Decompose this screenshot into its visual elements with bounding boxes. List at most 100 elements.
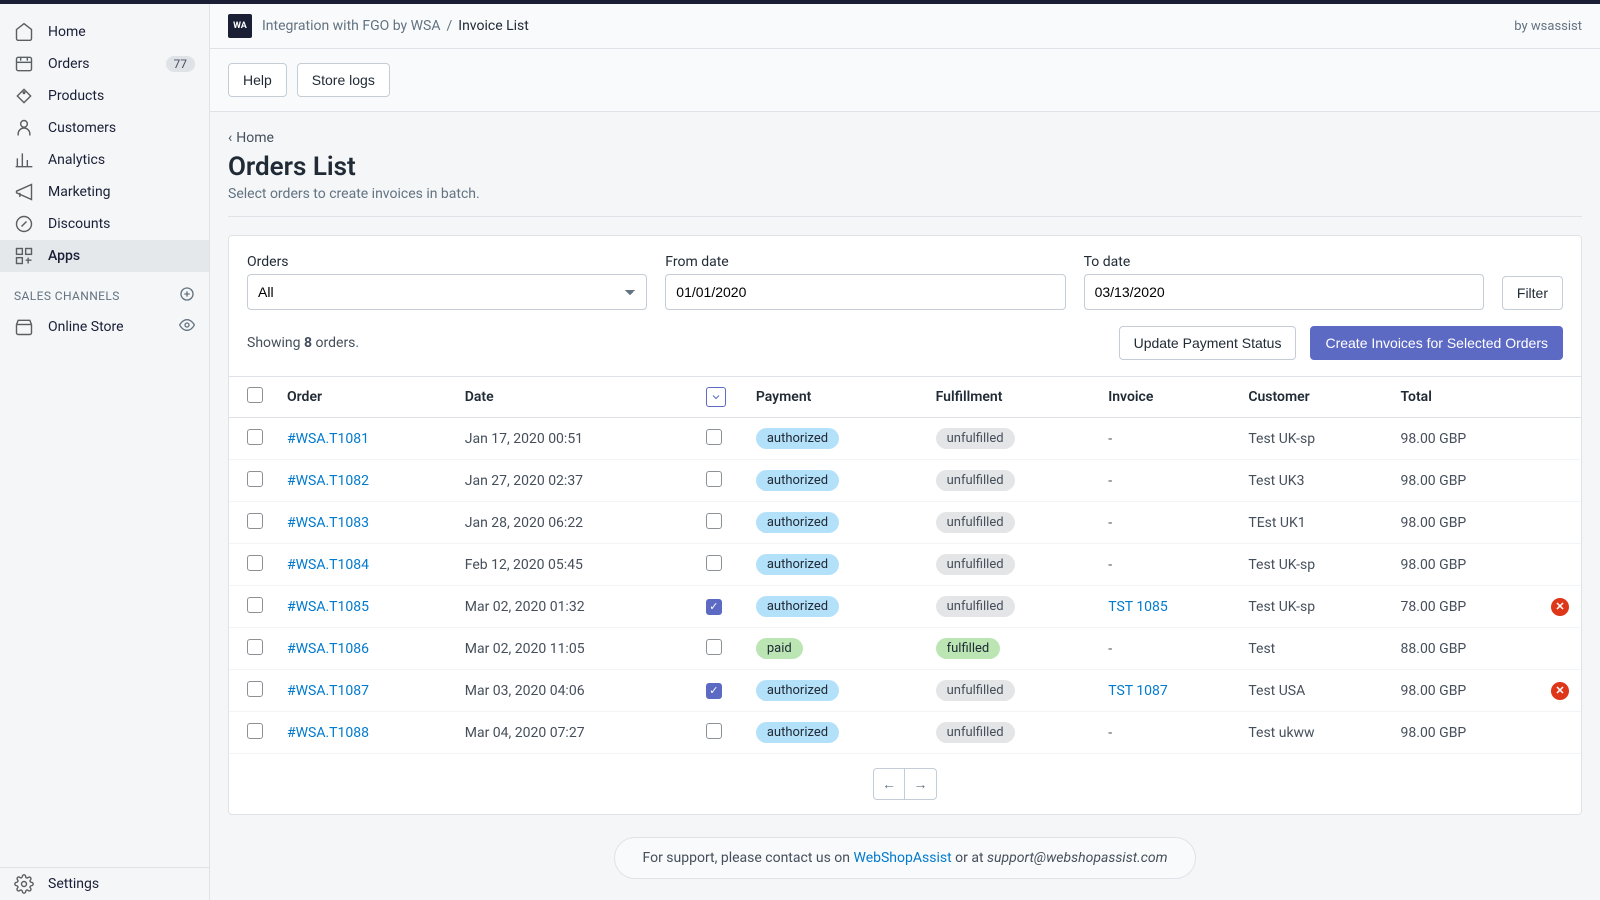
row-secondary-checkbox[interactable] xyxy=(706,471,722,487)
col-fulfillment[interactable]: Fulfillment xyxy=(924,377,1097,418)
col-payment[interactable]: Payment xyxy=(744,377,924,418)
sidebar-item-label: Discounts xyxy=(48,216,195,232)
breadcrumb-app[interactable]: Integration with FGO by WSA xyxy=(262,18,440,34)
row-checkbox[interactable] xyxy=(247,639,263,655)
select-all-checkbox[interactable] xyxy=(247,387,263,403)
row-secondary-checkbox[interactable] xyxy=(706,513,722,529)
orders-filter-select[interactable]: All xyxy=(247,274,647,310)
back-home-link[interactable]: ‹ Home xyxy=(228,130,274,146)
row-checkbox[interactable] xyxy=(247,555,263,571)
sidebar-item-label: Apps xyxy=(48,248,195,264)
sidebar-settings[interactable]: Settings xyxy=(0,868,209,900)
order-link[interactable]: #WSA.T1086 xyxy=(287,641,369,657)
col-invoice[interactable]: Invoice xyxy=(1096,377,1236,418)
error-icon[interactable]: ✕ xyxy=(1551,682,1569,700)
sales-channels-header: SALES CHANNELS xyxy=(14,289,179,303)
order-date: Mar 03, 2020 04:06 xyxy=(453,670,694,712)
sidebar-item-marketing[interactable]: Marketing xyxy=(0,176,209,208)
error-icon[interactable]: ✕ xyxy=(1551,598,1569,616)
sidebar-item-discounts[interactable]: Discounts xyxy=(0,208,209,240)
customer-cell: Test UK-sp xyxy=(1236,544,1388,586)
total-cell: 98.00 GBP xyxy=(1389,712,1539,754)
order-date: Feb 12, 2020 05:45 xyxy=(453,544,694,586)
payment-sort-icon[interactable] xyxy=(706,387,726,407)
sidebar-item-analytics[interactable]: Analytics xyxy=(0,144,209,176)
pager-next-button[interactable]: → xyxy=(905,768,937,800)
row-secondary-checkbox[interactable] xyxy=(706,639,722,655)
sidebar-item-online-store[interactable]: Online Store xyxy=(0,311,209,343)
order-link[interactable]: #WSA.T1082 xyxy=(287,473,369,489)
from-date-input[interactable] xyxy=(665,274,1065,310)
col-date[interactable]: Date xyxy=(453,377,694,418)
order-date: Mar 04, 2020 07:27 xyxy=(453,712,694,754)
pager-prev-button[interactable]: ← xyxy=(873,768,905,800)
table-row: #WSA.T1081Jan 17, 2020 00:51authorizedun… xyxy=(229,418,1581,460)
customer-cell: Test ukww xyxy=(1236,712,1388,754)
sidebar: HomeOrders77 Products Customers Analytics Ma… xyxy=(0,4,210,900)
sidebar-item-customers[interactable]: Customers xyxy=(0,112,209,144)
total-cell: 78.00 GBP xyxy=(1389,586,1539,628)
row-secondary-checkbox[interactable] xyxy=(706,599,722,615)
customer-cell: Test xyxy=(1236,628,1388,670)
support-link[interactable]: WebShopAssist xyxy=(854,850,952,866)
order-link[interactable]: #WSA.T1084 xyxy=(287,557,369,573)
row-secondary-checkbox[interactable] xyxy=(706,429,722,445)
customer-cell: TEst UK1 xyxy=(1236,502,1388,544)
order-link[interactable]: #WSA.T1085 xyxy=(287,599,369,615)
col-order[interactable]: Order xyxy=(275,377,453,418)
update-payment-button[interactable]: Update Payment Status xyxy=(1119,326,1297,360)
row-checkbox[interactable] xyxy=(247,597,263,613)
fulfillment-badge: fulfilled xyxy=(936,638,1001,659)
help-button[interactable]: Help xyxy=(228,63,287,97)
view-channel-icon[interactable] xyxy=(179,317,195,337)
row-checkbox[interactable] xyxy=(247,429,263,445)
col-customer[interactable]: Customer xyxy=(1236,377,1388,418)
support-footer: For support, please contact us on WebSho… xyxy=(614,837,1197,879)
invoice-link[interactable]: TST 1085 xyxy=(1108,599,1168,615)
row-secondary-checkbox[interactable] xyxy=(706,555,722,571)
create-invoices-button[interactable]: Create Invoices for Selected Orders xyxy=(1310,326,1563,360)
page-subtitle: Select orders to create invoices in batc… xyxy=(228,186,1582,217)
sidebar-item-apps[interactable]: Apps xyxy=(0,240,209,272)
row-checkbox[interactable] xyxy=(247,471,263,487)
sidebar-item-products[interactable]: Products xyxy=(0,80,209,112)
table-row: #WSA.T1085Mar 02, 2020 01:32authorizedun… xyxy=(229,586,1581,628)
invoice-link[interactable]: TST 1087 xyxy=(1108,683,1168,699)
invoice-cell: - xyxy=(1096,544,1236,586)
sidebar-item-label: Analytics xyxy=(48,152,195,168)
order-date: Jan 28, 2020 06:22 xyxy=(453,502,694,544)
store-logs-button[interactable]: Store logs xyxy=(297,63,390,97)
orders-table: Order Date Payment Fulfillment Invoice C… xyxy=(229,376,1581,754)
order-link[interactable]: #WSA.T1081 xyxy=(287,431,369,447)
col-total[interactable]: Total xyxy=(1389,377,1539,418)
add-channel-icon[interactable] xyxy=(179,286,195,305)
fulfillment-badge: unfulfilled xyxy=(936,680,1015,701)
sidebar-item-label: Products xyxy=(48,88,195,104)
table-row: #WSA.T1087Mar 03, 2020 04:06authorizedun… xyxy=(229,670,1581,712)
orders-filter-label: Orders xyxy=(247,254,647,270)
marketing-icon xyxy=(14,182,34,202)
row-secondary-checkbox[interactable] xyxy=(706,683,722,699)
to-date-input[interactable] xyxy=(1084,274,1484,310)
sidebar-item-home[interactable]: Home xyxy=(0,16,209,48)
row-checkbox[interactable] xyxy=(247,723,263,739)
filter-button[interactable]: Filter xyxy=(1502,276,1563,310)
payment-badge: authorized xyxy=(756,596,839,617)
products-icon xyxy=(14,86,34,106)
orders-icon xyxy=(14,54,34,74)
row-checkbox[interactable] xyxy=(247,681,263,697)
gear-icon xyxy=(14,874,34,894)
table-row: #WSA.T1083Jan 28, 2020 06:22authorizedun… xyxy=(229,502,1581,544)
row-checkbox[interactable] xyxy=(247,513,263,529)
row-secondary-checkbox[interactable] xyxy=(706,723,722,739)
order-link[interactable]: #WSA.T1087 xyxy=(287,683,369,699)
total-cell: 98.00 GBP xyxy=(1389,460,1539,502)
order-link[interactable]: #WSA.T1083 xyxy=(287,515,369,531)
total-cell: 98.00 GBP xyxy=(1389,544,1539,586)
apps-icon xyxy=(14,246,34,266)
invoice-cell: - xyxy=(1096,460,1236,502)
sidebar-item-orders[interactable]: Orders77 xyxy=(0,48,209,80)
app-logo-icon: WA xyxy=(228,14,252,38)
sidebar-item-label: Customers xyxy=(48,120,195,136)
order-link[interactable]: #WSA.T1088 xyxy=(287,725,369,741)
